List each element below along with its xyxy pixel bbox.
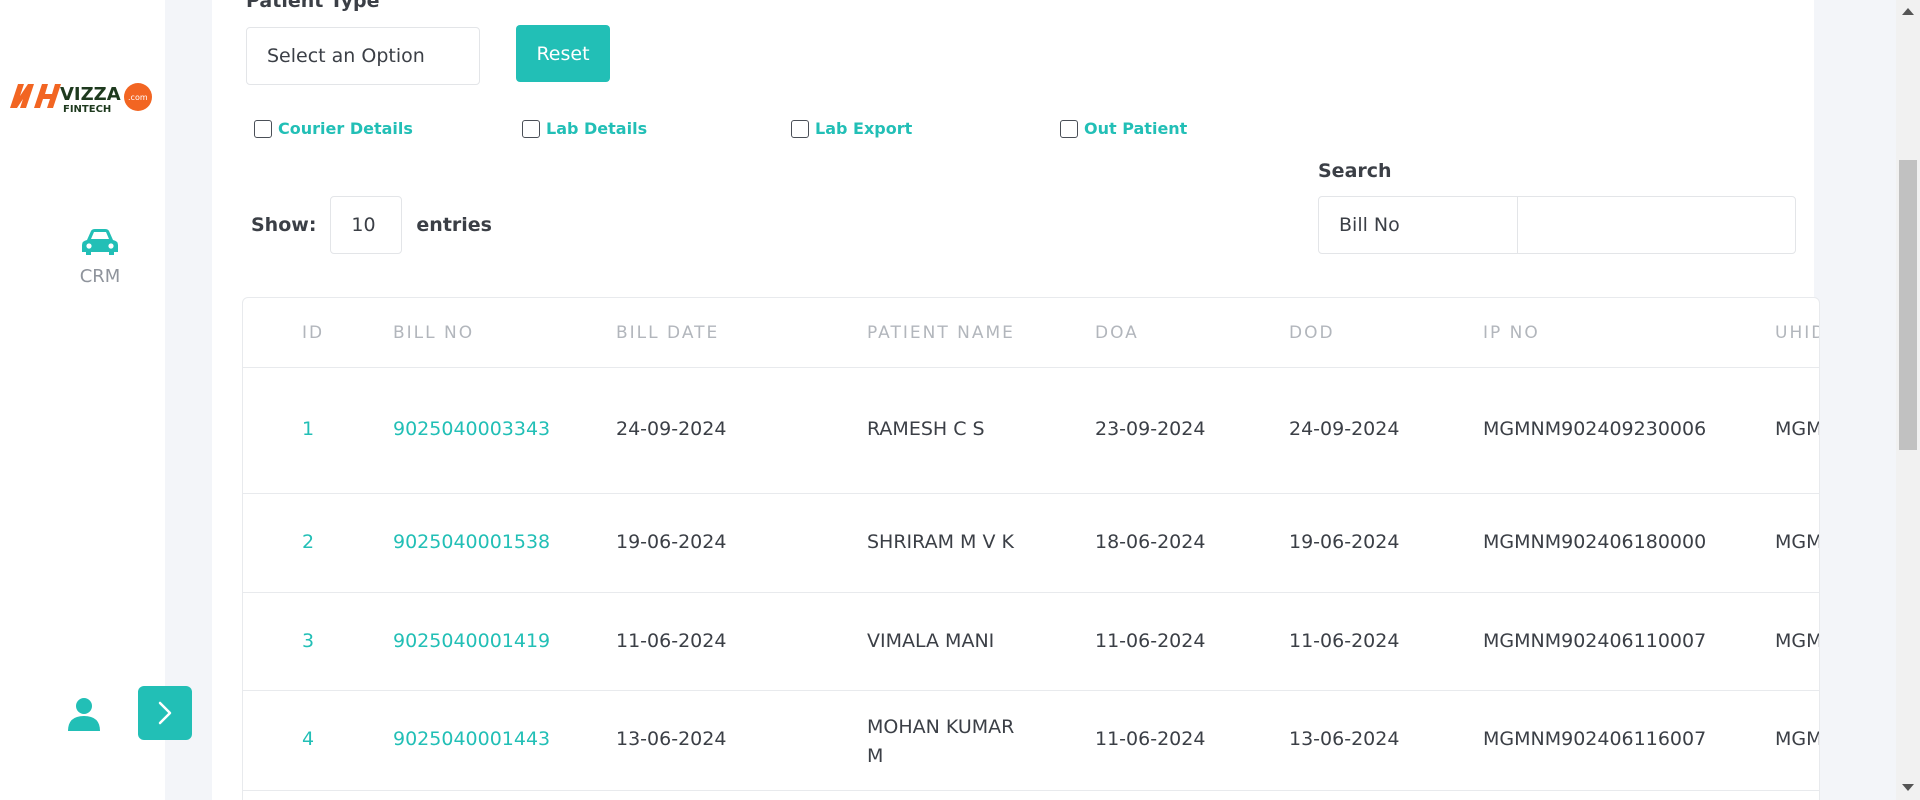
show-entries: Show: 10 entries xyxy=(251,196,492,254)
svg-text:FINTECH: FINTECH xyxy=(63,104,111,115)
row-id[interactable]: 2 xyxy=(302,531,314,553)
show-label: Show: xyxy=(251,214,317,236)
logo-mark: VIZZA FINTECH .com xyxy=(10,83,152,115)
user-icon[interactable] xyxy=(66,697,102,735)
row-doa: 11-06-2024 xyxy=(1095,630,1206,652)
table-row: 4 9025040001443 13-06-2024 MOHAN KUMAR M… xyxy=(243,691,1819,791)
vizza-fintech-logo[interactable]: VIZZA FINTECH .com xyxy=(8,74,158,116)
row-uhid: MGM xyxy=(1775,418,1820,440)
column-header-dod[interactable]: DOD xyxy=(1289,323,1335,343)
entries-select[interactable]: 10 xyxy=(330,196,403,254)
lab-details-checkbox[interactable]: Lab Details xyxy=(522,119,647,138)
row-bill-no[interactable]: 9025040003343 xyxy=(393,418,550,440)
row-patient-name: MOHAN KUMAR M xyxy=(867,716,1015,767)
column-header-id[interactable]: ID xyxy=(302,323,324,343)
scroll-down-arrow-icon[interactable] xyxy=(1902,784,1914,791)
row-dod: 19-06-2024 xyxy=(1289,531,1400,553)
column-header-patient-name[interactable]: PATIENT NAME xyxy=(867,323,1015,343)
row-bill-no[interactable]: 9025040001538 xyxy=(393,531,550,553)
column-header-bill-date[interactable]: BILL DATE xyxy=(616,323,719,343)
row-bill-date: 19-06-2024 xyxy=(616,531,727,553)
courier-details-checkbox[interactable]: Courier Details xyxy=(254,119,413,138)
lab-export-checkbox[interactable]: Lab Export xyxy=(791,119,912,138)
checkbox-label: Lab Export xyxy=(815,119,913,138)
chevron-right-icon xyxy=(158,701,172,725)
table-header: ID BILL NO BILL DATE PATIENT NAME DOA DO… xyxy=(243,298,1819,368)
checkbox-label: Courier Details xyxy=(278,119,413,138)
car-icon xyxy=(82,229,118,255)
column-header-bill-no[interactable]: BILL NO xyxy=(393,323,474,343)
scroll-up-arrow-icon[interactable] xyxy=(1902,8,1914,15)
checkbox-box[interactable] xyxy=(791,119,809,138)
row-patient-name: RAMESH C S xyxy=(867,418,985,440)
patient-type-select[interactable]: Select an Option xyxy=(246,27,480,85)
row-doa: 11-06-2024 xyxy=(1095,728,1206,750)
scrollbar-thumb[interactable] xyxy=(1899,160,1917,450)
column-header-ip-no[interactable]: IP NO xyxy=(1483,323,1540,343)
row-id[interactable]: 3 xyxy=(302,630,314,652)
checkbox-box[interactable] xyxy=(1060,119,1078,138)
row-bill-date: 24-09-2024 xyxy=(616,418,727,440)
row-doa: 23-09-2024 xyxy=(1095,418,1206,440)
search-field-select[interactable]: Bill No xyxy=(1319,197,1518,253)
search-label: Search xyxy=(1318,160,1392,182)
page-scrollbar[interactable] xyxy=(1896,0,1920,800)
patient-type-label: Patient Type xyxy=(246,0,380,12)
row-doa: 18-06-2024 xyxy=(1095,531,1206,553)
column-header-uhid[interactable]: UHID xyxy=(1775,323,1819,343)
row-uhid: MGM xyxy=(1775,531,1820,553)
row-patient-name: SHRIRAM M V K xyxy=(867,531,1014,553)
row-dod: 24-09-2024 xyxy=(1289,418,1400,440)
column-header-doa[interactable]: DOA xyxy=(1095,323,1139,343)
expand-sidebar-button[interactable] xyxy=(138,686,192,740)
row-ip-no: MGMNM902406116007 xyxy=(1483,728,1707,750)
row-ip-no: MGMNM902406110007 xyxy=(1483,630,1707,652)
checkbox-label: Out Patient xyxy=(1084,119,1188,138)
sidebar: VIZZA FINTECH .com CRM xyxy=(0,0,165,800)
row-id[interactable]: 4 xyxy=(302,728,314,750)
table-row: 2 9025040001538 19-06-2024 SHRIRAM M V K… xyxy=(243,494,1819,593)
row-bill-no[interactable]: 9025040001419 xyxy=(393,630,550,652)
checkbox-box[interactable] xyxy=(522,119,540,138)
svg-text:VIZZA: VIZZA xyxy=(60,84,121,105)
sidebar-item-crm[interactable]: CRM xyxy=(60,228,140,287)
sidebar-item-label: CRM xyxy=(79,266,121,287)
main-panel: Patient Type Select an Option Reset Cour… xyxy=(212,0,1820,800)
row-dod: 11-06-2024 xyxy=(1289,630,1400,652)
row-bill-no[interactable]: 9025040001443 xyxy=(393,728,550,750)
row-patient-name: VIMALA MANI xyxy=(867,630,995,652)
row-bill-date: 13-06-2024 xyxy=(616,728,727,750)
row-bill-date: 11-06-2024 xyxy=(616,630,727,652)
row-id[interactable]: 1 xyxy=(302,418,314,440)
row-dod: 13-06-2024 xyxy=(1289,728,1400,750)
row-uhid: MGM xyxy=(1775,630,1820,652)
table-row: 3 9025040001419 11-06-2024 VIMALA MANI 1… xyxy=(243,593,1819,691)
svg-text:.com: .com xyxy=(128,93,148,102)
search-box: Bill No xyxy=(1318,196,1796,254)
reset-button[interactable]: Reset xyxy=(516,25,610,82)
table-row: 1 9025040003343 24-09-2024 RAMESH C S 23… xyxy=(243,368,1819,494)
patient-type-value: Select an Option xyxy=(267,45,425,67)
bills-table: ID BILL NO BILL DATE PATIENT NAME DOA DO… xyxy=(242,297,1820,800)
checkbox-box[interactable] xyxy=(254,119,272,138)
checkbox-label: Lab Details xyxy=(546,119,648,138)
out-patient-checkbox[interactable]: Out Patient xyxy=(1060,119,1187,138)
row-ip-no: MGMNM902409230006 xyxy=(1483,418,1707,440)
row-ip-no: MGMNM902406180000 xyxy=(1483,531,1707,553)
entries-label: entries xyxy=(416,214,492,236)
row-uhid: MGM xyxy=(1775,728,1820,750)
search-input[interactable] xyxy=(1518,197,1795,253)
